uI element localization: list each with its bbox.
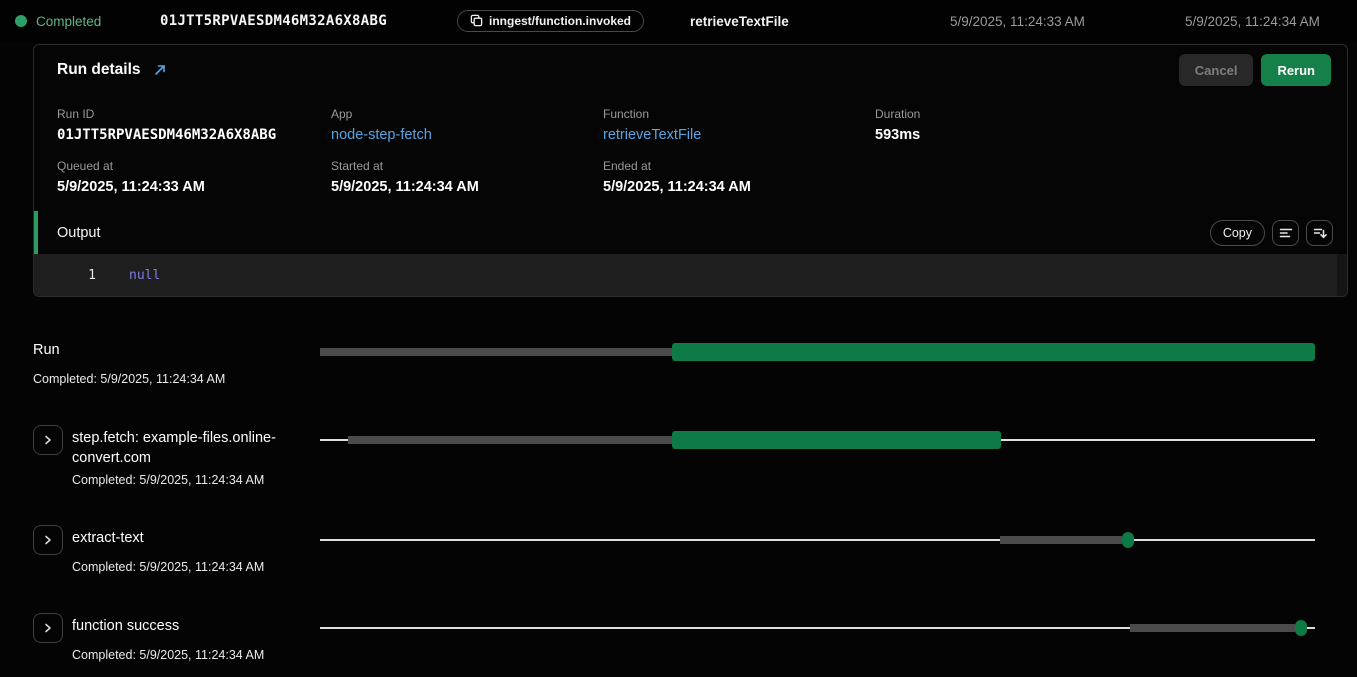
copy-output-button[interactable]: Copy [1210,220,1265,246]
external-link-icon[interactable] [153,63,167,77]
run-details-panel: Run details Cancel Rerun Run ID 01JTT5RP… [33,44,1348,297]
code-scrollbar[interactable] [1337,254,1347,296]
expand-step-chevron-icon[interactable] [33,613,63,643]
field-app: App node-step-fetch [331,107,603,143]
field-started-at: Started at 5/9/2025, 11:24:34 AM [331,159,603,195]
queue-bar [320,348,672,356]
run-details-grid: Run ID 01JTT5RPVAESDM46M32A6X8ABG App no… [34,95,1347,195]
field-duration: Duration 593ms [875,107,1324,143]
trigger-event-label: inngest/function.invoked [489,14,631,28]
queue-bar [348,436,672,444]
queued-at-timestamp: 5/9/2025, 11:24:33 AM [950,14,1185,29]
output-code-block: 1 null [34,254,1347,296]
panel-header: Run details Cancel Rerun [34,45,1347,95]
baseline-line [320,539,1315,541]
field-function: Function retrieveTextFile [603,107,875,143]
step-completed: Completed: 5/9/2025, 11:24:34 AM [72,648,264,662]
output-title: Output [57,225,101,241]
status-dot-icon [15,15,27,27]
app-link[interactable]: node-step-fetch [331,127,603,143]
timeline-run-completed: Completed: 5/9/2025, 11:24:34 AM [33,372,320,386]
trigger-event-badge[interactable]: inngest/function.invoked [457,10,644,32]
run-summary-bar: Completed 01JTT5RPVAESDM46M32A6X8ABG inn… [0,0,1357,42]
run-status: Completed [15,14,160,29]
started-at-timestamp: 5/9/2025, 11:24:34 AM [1185,14,1320,29]
expand-output-icon[interactable] [1306,220,1333,246]
queue-bar [1130,624,1295,632]
field-ended-at: Ended at 5/9/2025, 11:24:34 AM [603,159,875,195]
step-label: step.fetch: example-files.online-convert… [72,425,314,468]
panel-title: Run details [57,61,141,79]
run-id-text: 01JTT5RPVAESDM46M32A6X8ABG [160,13,457,29]
active-dot [1122,532,1134,548]
timeline-run-label: Run [33,337,320,358]
step-label: extract-text [72,525,264,548]
output-value: null [129,268,160,283]
step-track [320,531,1315,549]
timeline-row-run: Run Completed: 5/9/2025, 11:24:34 AM [0,337,1357,425]
field-queued-at: Queued at 5/9/2025, 11:24:33 AM [57,159,331,195]
output-section-header: Output Copy [34,211,1347,254]
step-completed: Completed: 5/9/2025, 11:24:34 AM [72,560,264,574]
active-bar [672,343,1315,361]
copy-icon [470,14,483,27]
line-number: 1 [34,268,96,283]
wrap-text-icon[interactable] [1272,220,1299,246]
field-run-id: Run ID 01JTT5RPVAESDM46M32A6X8ABG [57,107,331,143]
step-track [320,431,1315,449]
active-bar [672,431,1000,449]
status-label: Completed [36,14,101,29]
expand-step-chevron-icon[interactable] [33,425,63,455]
expand-step-chevron-icon[interactable] [33,525,63,555]
function-name-text: retrieveTextFile [690,14,950,29]
rerun-button[interactable]: Rerun [1261,54,1331,86]
cancel-button[interactable]: Cancel [1179,54,1254,86]
step-completed: Completed: 5/9/2025, 11:24:34 AM [72,473,314,487]
queue-bar [1000,536,1122,544]
active-dot [1295,620,1307,636]
function-link[interactable]: retrieveTextFile [603,127,875,143]
timeline-run-track [320,343,1315,361]
timeline-row-step-fetch: step.fetch: example-files.online-convert… [0,425,1357,525]
timeline-row-extract-text: extract-text Completed: 5/9/2025, 11:24:… [0,525,1357,613]
run-timeline: Run Completed: 5/9/2025, 11:24:34 AM ste… [0,297,1357,613]
step-track [320,619,1315,637]
step-label: function success [72,613,264,636]
